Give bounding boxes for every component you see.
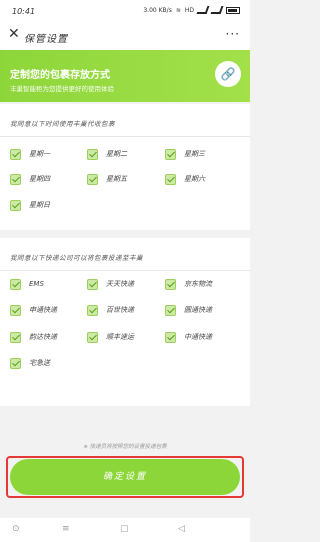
checkbox-checked[interactable] <box>165 278 176 290</box>
checkbox-checked[interactable] <box>165 304 176 316</box>
checkbox-checked[interactable] <box>10 173 21 185</box>
link-icon[interactable]: 🔗 <box>215 61 241 87</box>
courier-option[interactable]: 京东物流 <box>165 277 212 291</box>
day-option[interactable]: 星期三 <box>165 147 205 161</box>
courier-option[interactable]: EMS <box>10 277 44 291</box>
status-icons: 3.00 KB/s ≋ HD <box>143 6 240 14</box>
day-option[interactable]: 星期五 <box>87 172 127 186</box>
footer: ※ 快递员将按照您的设置投递包裹 确定设置 <box>0 406 250 518</box>
menu-icon[interactable]: ≡ <box>62 524 70 534</box>
option-label: 星期三 <box>184 150 205 158</box>
couriers-section: 我同意以下快递公司可以将包裹投递至丰巢 EMS 天天快递 京东物流 申通快递 百… <box>0 238 250 406</box>
option-label: 星期一 <box>29 150 50 158</box>
courier-option[interactable]: 顺丰速运 <box>87 330 134 344</box>
days-question: 我同意以下时间使用丰巢代收包裹 <box>10 120 115 128</box>
checkbox-checked[interactable] <box>165 148 176 160</box>
circle-icon[interactable]: ⊙ <box>12 524 20 534</box>
checkbox-checked[interactable] <box>10 304 21 316</box>
courier-option[interactable]: 申通快递 <box>10 303 57 317</box>
checkbox-checked[interactable] <box>87 173 98 185</box>
option-label: 天天快递 <box>106 280 134 288</box>
option-label: 京东物流 <box>184 280 212 288</box>
checkbox-checked[interactable] <box>10 278 21 290</box>
option-label: 星期日 <box>29 201 50 209</box>
option-label: 圆通快递 <box>184 306 212 314</box>
courier-option[interactable]: 圆通快递 <box>165 303 212 317</box>
checkbox-checked[interactable] <box>87 278 98 290</box>
option-label: 星期六 <box>184 175 205 183</box>
status-bar: 10:41 3.00 KB/s ≋ HD <box>0 0 250 22</box>
option-label: 顺丰速运 <box>106 333 134 341</box>
banner-heading: 定制您的包裹存放方式 <box>10 70 110 81</box>
couriers-question: 我同意以下快递公司可以将包裹投递至丰巢 <box>10 254 143 262</box>
footer-tip: ※ 快递员将按照您的设置投递包裹 <box>83 444 167 450</box>
banner-subtitle: 丰巢智能柜为您提供更好的使用体验 <box>10 85 114 93</box>
option-label: 星期五 <box>106 175 127 183</box>
checkbox-checked[interactable] <box>10 148 21 160</box>
option-label: 百世快递 <box>106 306 134 314</box>
network-speed: 3.00 KB/s <box>143 6 172 14</box>
courier-option[interactable]: 天天快递 <box>87 277 134 291</box>
option-label: EMS <box>29 280 44 288</box>
checkbox-checked[interactable] <box>165 331 176 343</box>
close-icon[interactable]: ✕ <box>8 26 20 42</box>
signal-icon <box>196 6 210 14</box>
nav-bar: ✕ 保管设置 ··· <box>0 22 250 50</box>
signal-icon-2 <box>210 6 224 14</box>
courier-option[interactable]: 中通快递 <box>165 330 212 344</box>
status-time: 10:41 <box>12 7 36 16</box>
divider <box>0 136 250 137</box>
day-option[interactable]: 星期一 <box>10 147 50 161</box>
courier-option[interactable]: 宅急送 <box>10 356 50 370</box>
confirm-button[interactable]: 确定设置 <box>10 459 240 495</box>
option-label: 韵达快递 <box>29 333 57 341</box>
courier-option[interactable]: 韵达快递 <box>10 330 57 344</box>
home-icon[interactable]: ▢ <box>120 524 129 534</box>
day-option[interactable]: 星期二 <box>87 147 127 161</box>
battery-icon <box>226 6 240 14</box>
option-label: 宅急送 <box>29 359 50 367</box>
checkbox-checked[interactable] <box>87 304 98 316</box>
day-option[interactable]: 星期日 <box>10 198 50 212</box>
option-label: 中通快递 <box>184 333 212 341</box>
more-menu-icon[interactable]: ··· <box>226 27 240 41</box>
day-option[interactable]: 星期四 <box>10 172 50 186</box>
courier-option[interactable]: 百世快递 <box>87 303 134 317</box>
days-section: 我同意以下时间使用丰巢代收包裹 星期一 星期二 星期三 星期四 星期五 星期六 … <box>0 104 250 230</box>
hd-label: HD <box>184 6 194 14</box>
page-title: 保管设置 <box>24 34 68 45</box>
system-nav-bar: ⊙ ≡ ▢ ◁ <box>0 518 250 542</box>
day-option[interactable]: 星期六 <box>165 172 205 186</box>
option-label: 星期四 <box>29 175 50 183</box>
divider <box>0 270 250 271</box>
checkbox-checked[interactable] <box>10 331 21 343</box>
checkbox-checked[interactable] <box>87 148 98 160</box>
checkbox-checked[interactable] <box>10 199 21 211</box>
option-label: 星期二 <box>106 150 127 158</box>
checkbox-checked[interactable] <box>10 357 21 369</box>
option-label: 申通快递 <box>29 306 57 314</box>
checkbox-checked[interactable] <box>87 331 98 343</box>
back-icon[interactable]: ◁ <box>178 524 185 534</box>
checkbox-checked[interactable] <box>165 173 176 185</box>
intro-banner: 定制您的包裹存放方式 丰巢智能柜为您提供更好的使用体验 🔗 <box>0 50 250 102</box>
wifi-icon: ≋ <box>175 6 181 14</box>
